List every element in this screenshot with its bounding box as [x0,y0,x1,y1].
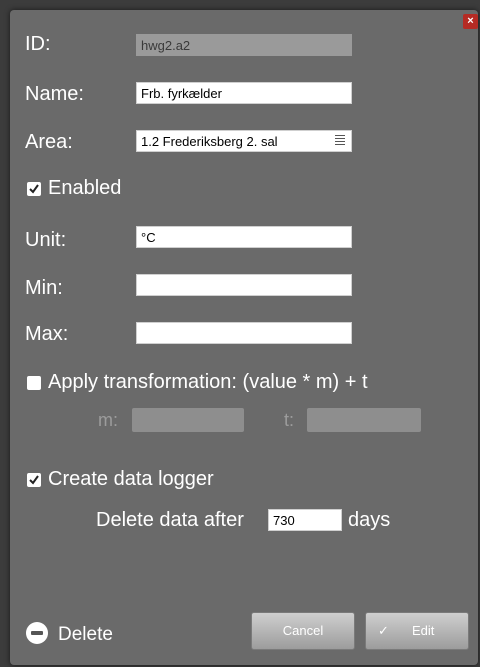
m-input [132,408,244,432]
delete-button[interactable]: Delete [58,624,113,646]
min-input[interactable] [136,274,352,296]
delete-after-label: Delete data after [96,509,244,531]
unit-input[interactable]: °C [136,226,352,248]
logger-label: Create data logger [48,468,214,490]
edit-button-label: Edit [412,623,435,638]
id-field: hwg2.a2 [136,34,352,56]
cancel-button[interactable]: Cancel [251,612,355,650]
max-label: Max: [25,323,69,345]
logger-checkbox[interactable] [27,473,41,487]
unit-label: Unit: [25,229,67,251]
days-label: days [348,509,391,531]
close-icon[interactable]: × [463,14,478,29]
checkmark-icon: ✓ [378,623,389,638]
id-label: ID: [25,33,51,55]
edit-button[interactable]: ✓ Edit [365,612,469,650]
area-select-value: 1.2 Frederiksberg 2. sal [141,134,278,149]
delete-after-input[interactable]: 730 [268,509,342,531]
area-label: Area: [25,131,73,153]
minus-circle-icon[interactable] [26,622,48,644]
area-select[interactable]: 1.2 Frederiksberg 2. sal [136,130,352,152]
enabled-checkbox[interactable] [27,182,41,196]
min-label: Min: [25,277,63,299]
t-label: t: [284,410,295,430]
name-label: Name: [25,83,84,105]
max-input[interactable] [136,322,352,344]
list-icon [335,135,345,145]
t-input [307,408,421,432]
m-label: m: [98,410,118,430]
transform-checkbox[interactable] [27,376,41,390]
transform-label: Apply transformation: (value * m) + t [48,371,368,393]
enabled-label: Enabled [48,177,122,199]
name-input[interactable]: Frb. fyrkælder [136,82,352,104]
